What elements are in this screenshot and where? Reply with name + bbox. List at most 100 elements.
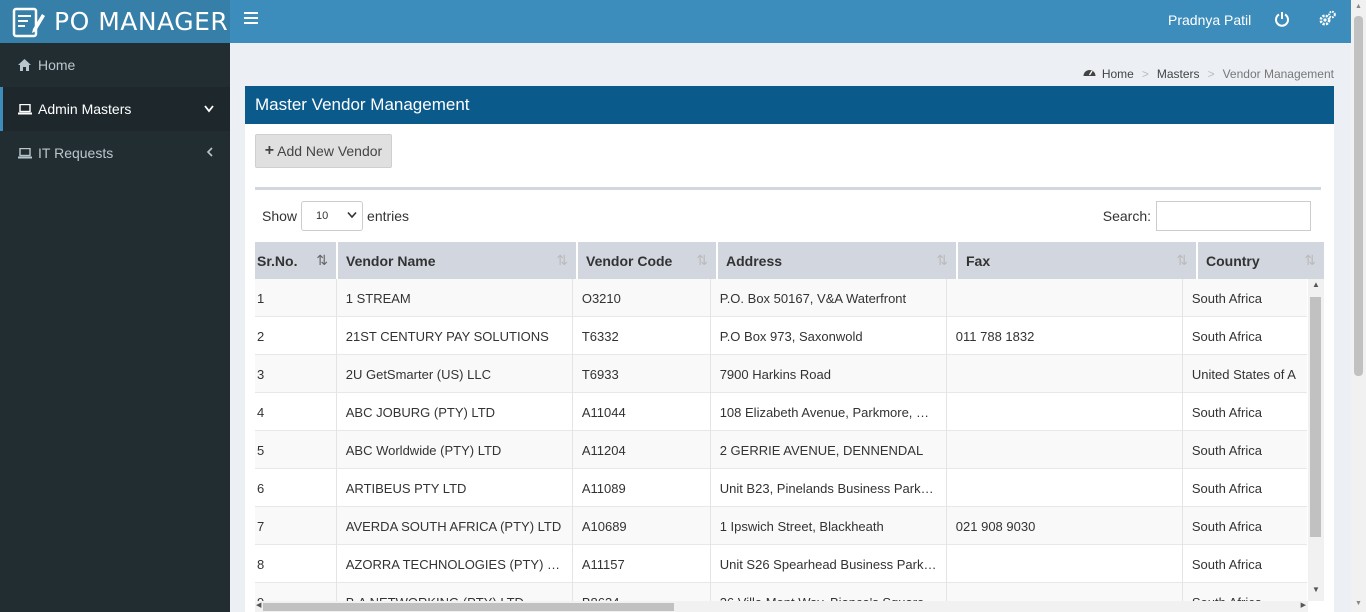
app-title: PO MANAGER: [54, 7, 229, 36]
cell-country: South Africa: [1191, 329, 1262, 344]
page-length-select[interactable]: 10: [301, 201, 364, 231]
cell-sr-no: 2: [255, 317, 337, 355]
column-header-sr-no[interactable]: Sr.No. ⇅: [255, 242, 338, 279]
cell-sr-no: 3: [255, 355, 337, 393]
sidebar-item-admin-masters[interactable]: Admin Masters: [0, 87, 230, 131]
cell-fax: [947, 279, 1183, 317]
power-icon[interactable]: [1274, 11, 1290, 27]
table-row[interactable]: 5 ABC Worldwide (PTY) LTD A11204 2 GERRI…: [255, 431, 1307, 469]
table-row[interactable]: 8 AZORRA TECHNOLOGIES (PTY) LTD A11157 U…: [255, 545, 1307, 583]
divider: [255, 187, 1321, 190]
menu-toggle-icon[interactable]: [244, 12, 258, 24]
table-row[interactable]: 1 1 STREAM O3210 P.O. Box 50167, V&A Wat…: [255, 279, 1307, 317]
table-vertical-scrollbar[interactable]: ▲ ▼: [1308, 279, 1324, 601]
cell-vendor-name: 21ST CENTURY PAY SOLUTIONS: [337, 317, 573, 355]
add-new-vendor-button[interactable]: + Add New Vendor: [255, 134, 392, 168]
cell-sr-no: 7: [255, 507, 337, 545]
cell-sr-no: 1: [255, 279, 337, 317]
scroll-left-icon[interactable]: ◀: [256, 601, 261, 609]
table-vertical-scrollbar-thumb[interactable]: [1310, 297, 1321, 537]
cell-vendor-name: ABC JOBURG (PTY) LTD: [337, 393, 573, 431]
cell-country: South Africa: [1191, 405, 1262, 420]
cell-address: 7900 Harkins Road: [711, 355, 947, 393]
cell-address: 108 Elizabeth Avenue, Parkmore, Sa…: [711, 393, 947, 431]
page-scrollbar-thumb[interactable]: [1354, 16, 1363, 376]
table-row[interactable]: 7 AVERDA SOUTH AFRICA (PTY) LTD A10689 1…: [255, 507, 1307, 545]
column-header-country[interactable]: Country ⇅: [1198, 242, 1324, 279]
chevron-down-icon: [347, 210, 357, 222]
cell-vendor-code: T6332: [573, 317, 711, 355]
cell-sr-no: 8: [255, 545, 337, 583]
cell-address: 1 Ipswich Street, Blackheath: [711, 507, 947, 545]
table-row[interactable]: 3 2U GetSmarter (US) LLC T6933 7900 Hark…: [255, 355, 1307, 393]
cell-address: Unit B23, Pinelands Business Park, …: [711, 469, 947, 507]
entries-label: entries: [367, 208, 410, 224]
page-scrollbar[interactable]: ▲ ▼: [1351, 0, 1366, 612]
chevron-left-icon: [206, 146, 214, 160]
table-horizontal-scrollbar-thumb[interactable]: [263, 603, 674, 611]
cell-sr-no: 5: [255, 431, 337, 469]
sort-icon: ⇅: [696, 252, 708, 268]
gears-icon[interactable]: [1318, 10, 1336, 28]
sidebar-item-label: Admin Masters: [38, 101, 132, 117]
sidebar-item-it-requests[interactable]: IT Requests: [0, 131, 230, 175]
cell-address: 2 GERRIE AVENUE, DENNENDAL: [711, 431, 947, 469]
cell-vendor-code: O3210: [573, 279, 711, 317]
top-navbar: Pradnya Patil: [230, 0, 1351, 43]
laptop-icon: [18, 103, 38, 115]
cell-vendor-code: A11157: [573, 545, 711, 583]
vendor-table: Sr.No. ⇅ Vendor Name ⇅ Vendor Code ⇅ Addres…: [255, 242, 1324, 612]
page-length-control: Show 10 entries: [262, 201, 409, 231]
user-name[interactable]: Pradnya Patil: [1168, 12, 1251, 28]
sidebar-item-label: IT Requests: [38, 145, 114, 161]
table-row[interactable]: 6 ARTIBEUS PTY LTD A11089 Unit B23, Pine…: [255, 469, 1307, 507]
cell-vendor-name: 1 STREAM: [337, 279, 573, 317]
search-input[interactable]: [1156, 201, 1311, 231]
cell-address: P.O. Box 50167, V&A Waterfront: [711, 279, 947, 317]
document-edit-icon: [10, 5, 46, 39]
breadcrumb-home[interactable]: Home: [1102, 67, 1134, 81]
table-horizontal-scrollbar[interactable]: ◀ ▶: [255, 601, 1308, 612]
cell-vendor-code: A10689: [573, 507, 711, 545]
cell-vendor-code: A11089: [573, 469, 711, 507]
sort-icon: ⇅: [1176, 252, 1188, 268]
app-logo[interactable]: PO MANAGER: [0, 0, 230, 43]
table-row[interactable]: 4 ABC JOBURG (PTY) LTD A11044 108 Elizab…: [255, 393, 1307, 431]
scroll-up-icon[interactable]: ▲: [1312, 280, 1320, 289]
cell-fax: 021 908 9030: [947, 507, 1183, 545]
cell-country: South Africa: [1191, 481, 1262, 496]
cell-fax: [947, 469, 1183, 507]
column-header-address[interactable]: Address ⇅: [718, 242, 958, 279]
table-body: 1 1 STREAM O3210 P.O. Box 50167, V&A Wat…: [255, 279, 1307, 604]
cell-address: P.O Box 973, Saxonwold: [711, 317, 947, 355]
table-header: Sr.No. ⇅ Vendor Name ⇅ Vendor Code ⇅ Addres…: [255, 242, 1324, 279]
cell-sr-no: 6: [255, 469, 337, 507]
column-header-vendor-code[interactable]: Vendor Code ⇅: [578, 242, 718, 279]
cell-fax: [947, 545, 1183, 583]
cell-country: South Africa: [1191, 291, 1262, 306]
cell-vendor-name: AZORRA TECHNOLOGIES (PTY) LTD: [337, 545, 573, 583]
cell-vendor-name: AVERDA SOUTH AFRICA (PTY) LTD: [337, 507, 573, 545]
home-icon: [18, 59, 38, 71]
cell-vendor-code: T6933: [573, 355, 711, 393]
column-header-fax[interactable]: Fax ⇅: [958, 242, 1198, 279]
sidebar-item-label: Home: [38, 57, 76, 73]
add-new-vendor-label: Add New Vendor: [277, 143, 383, 159]
page-length-value: 10: [316, 210, 329, 222]
dashboard-icon: [1083, 67, 1096, 81]
cell-sr-no: 4: [255, 393, 337, 431]
page-title: Master Vendor Management: [245, 86, 1334, 124]
sort-icon: ⇅: [556, 252, 568, 268]
sort-icon: ⇅: [1304, 252, 1316, 268]
cell-vendor-name: ABC Worldwide (PTY) LTD: [337, 431, 573, 469]
cell-vendor-code: A11204: [573, 431, 711, 469]
cell-vendor-code: A11044: [573, 393, 711, 431]
breadcrumb-masters[interactable]: Masters: [1157, 67, 1200, 81]
column-header-vendor-name[interactable]: Vendor Name ⇅: [338, 242, 578, 279]
table-row[interactable]: 2 21ST CENTURY PAY SOLUTIONS T6332 P.O B…: [255, 317, 1307, 355]
scroll-down-icon[interactable]: ▼: [1312, 585, 1320, 594]
breadcrumb: Home > Masters > Vendor Management: [1083, 67, 1334, 81]
scroll-right-icon[interactable]: ▶: [1301, 601, 1306, 609]
sidebar-item-home[interactable]: Home: [0, 43, 230, 87]
cell-fax: [947, 431, 1183, 469]
